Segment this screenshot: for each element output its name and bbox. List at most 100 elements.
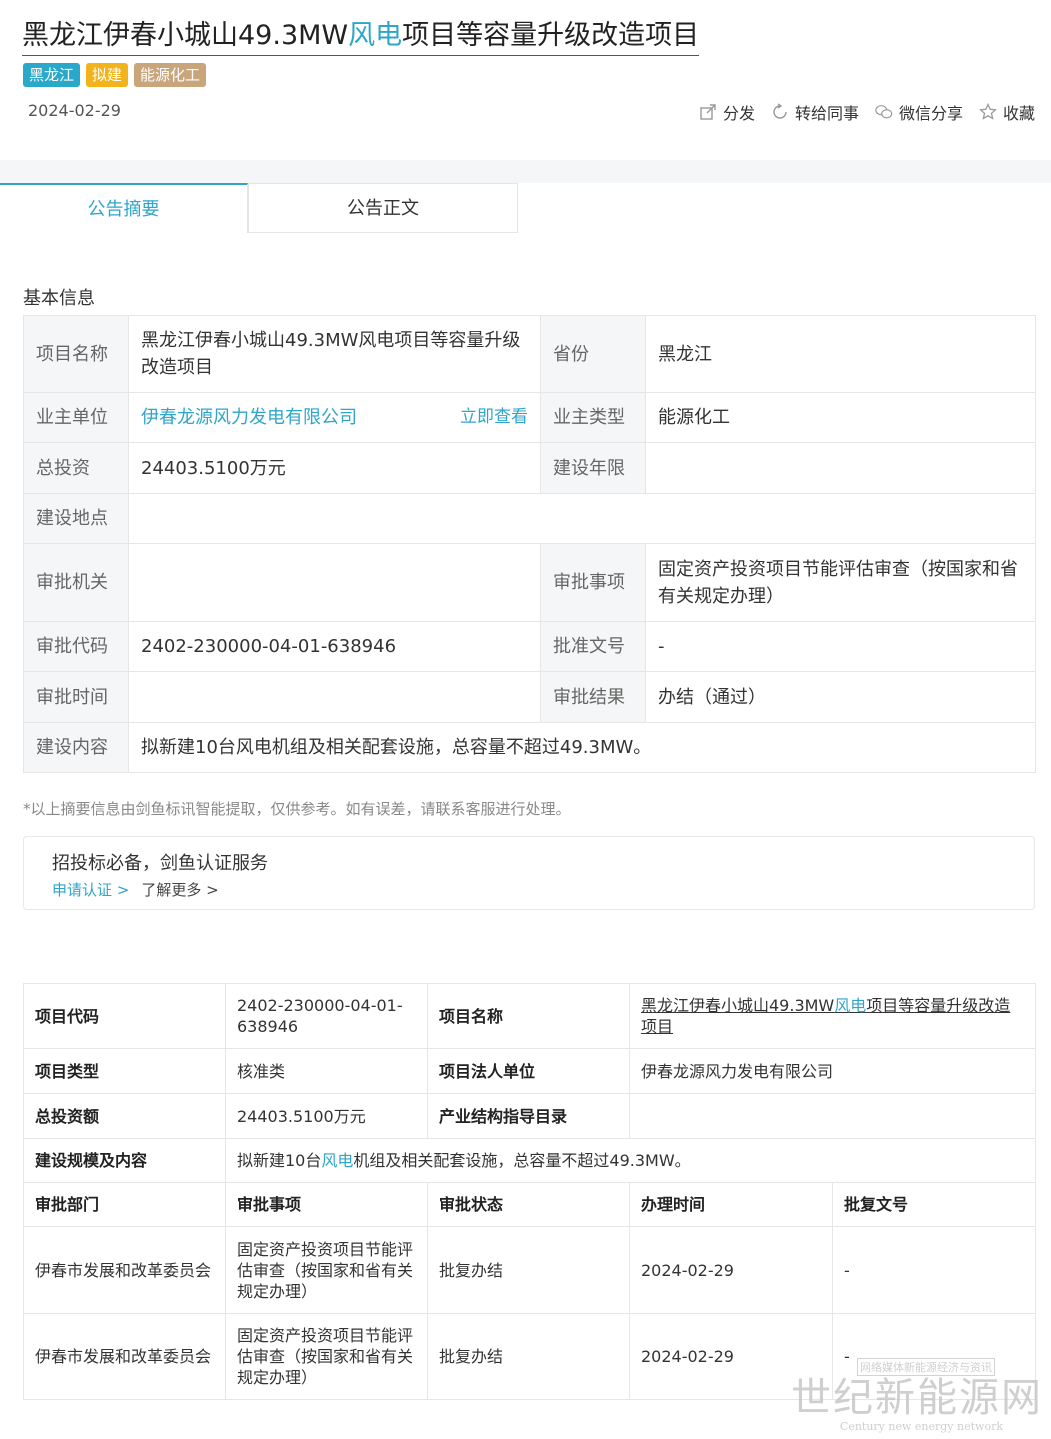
project-name-label: 项目名称 [23, 315, 129, 393]
owner-link[interactable]: 伊春龙源风力发电有限公司 [141, 404, 357, 431]
watermark-sub: Century new energy network [839, 1420, 1003, 1433]
content-value: 拟新建10台风电机组及相关配套设施，总容量不超过49.3MW。 [128, 722, 1036, 773]
cell-item: 固定资产投资项目节能评估审查（按国家和省有关规定办理） [225, 1313, 428, 1400]
table-header-row: 审批部门 审批事项 审批状态 办理时间 批复文号 [23, 1182, 1037, 1227]
header-time: 办理时间 [629, 1182, 833, 1227]
scale-highlight: 风电 [321, 1151, 354, 1170]
build-years-label: 建设年限 [540, 442, 646, 494]
approval-time-label: 审批时间 [23, 671, 129, 723]
forward-icon [773, 103, 787, 119]
watermark-main: 世纪新能源网 [791, 1375, 1043, 1421]
header-item: 审批事项 [225, 1182, 428, 1227]
cell-department: 伊春市发展和改革委员会 [23, 1313, 226, 1400]
tag-province[interactable]: 黑龙江 [23, 63, 81, 87]
content-label: 建设内容 [23, 722, 129, 773]
star-icon [979, 103, 997, 120]
wechat-share-button[interactable]: 微信分享 [875, 100, 963, 124]
title-text-2: 项目等容量升级改造项目 [402, 20, 700, 51]
project-name-value: 黑龙江伊春小城山49.3MW风电项目等容量升级改造项目 [128, 315, 541, 393]
cell-time: 2024-02-29 [629, 1226, 833, 1314]
table-row: 项目类型 核准类 项目法人单位 伊春龙源风力发电有限公司 [23, 1048, 1037, 1094]
investment-label: 总投资 [23, 442, 129, 494]
investment-value: 24403.5100万元 [128, 442, 541, 494]
disclaimer-note: *以上摘要信息由剑鱼标讯智能提取，仅供参考。如有误差，请联系客服进行处理。 [23, 800, 571, 818]
title-text-1: 黑龙江伊春小城山49.3MW [22, 20, 349, 51]
divider-band [0, 160, 1051, 183]
share-button[interactable]: 分发 [699, 100, 755, 124]
approval-code-value: 2402-230000-04-01-638946 [128, 621, 541, 672]
favorite-label: 收藏 [1002, 104, 1035, 123]
tab-summary[interactable]: 公告摘要 [0, 183, 248, 233]
owner-cell: 伊春龙源风力发电有限公司 立即查看 [128, 392, 541, 443]
name-label: 项目名称 [427, 983, 630, 1049]
tag-industry[interactable]: 能源化工 [134, 63, 207, 87]
province-value: 黑龙江 [645, 315, 1036, 393]
scale-text-2: 机组及相关配套设施，总容量不超过49.3MW。 [353, 1151, 691, 1170]
build-years-value [645, 442, 1036, 494]
tab-fulltext[interactable]: 公告正文 [248, 183, 518, 233]
title-highlight: 风电 [348, 20, 403, 51]
legal-value: 伊春龙源风力发电有限公司 [628, 1048, 1037, 1094]
title-wrap: 黑龙江伊春小城山49.3MW风电项目等容量升级改造项目 [22, 18, 700, 56]
result-label: 审批结果 [540, 671, 646, 723]
owner-type-label: 业主类型 [540, 392, 646, 443]
location-value [128, 493, 1036, 544]
cell-status: 批复办结 [427, 1313, 630, 1400]
header-department: 审批部门 [23, 1182, 226, 1227]
table-row: 审批机关 审批事项 固定资产投资项目节能评估审查（按国家和省有关规定办理） [23, 543, 1036, 622]
tab-bar: 公告摘要 公告正文 [0, 183, 518, 233]
catalog-value [628, 1093, 1037, 1139]
invest-label: 总投资额 [23, 1093, 226, 1139]
approval-code-label: 审批代码 [23, 621, 129, 672]
certification-promo: 招投标必备，剑鱼认证服务 申请认证 > 了解更多 > [23, 836, 1035, 910]
wechat-label: 微信分享 [898, 104, 963, 123]
table-row: 建设地点 [23, 493, 1036, 544]
table-row: 项目名称 黑龙江伊春小城山49.3MW风电项目等容量升级改造项目 省份 黑龙江 [23, 315, 1036, 393]
tag-list: 黑龙江 拟建 能源化工 [23, 63, 207, 87]
apply-certification-link[interactable]: 申请认证 > [52, 879, 129, 900]
authority-label: 审批机关 [23, 543, 129, 622]
share-icon [700, 104, 716, 120]
name-highlight: 风电 [834, 996, 867, 1015]
name-value[interactable]: 黑龙江伊春小城山49.3MW风电项目等容量升级改造项目 [628, 983, 1037, 1049]
catalog-label: 产业结构指导目录 [427, 1093, 630, 1139]
scale-value: 拟新建10台风电机组及相关配套设施，总容量不超过49.3MW。 [224, 1138, 1037, 1183]
project-detail-table: 项目代码 2402-230000-04-01-638946 项目名称 黑龙江伊春… [23, 983, 1037, 1400]
promo-title: 招投标必备，剑鱼认证服务 [52, 853, 268, 874]
result-value: 办结（通过） [645, 671, 1036, 723]
table-row: 项目代码 2402-230000-04-01-638946 项目名称 黑龙江伊春… [23, 983, 1037, 1049]
table-row: 审批时间 审批结果 办结（通过） [23, 671, 1036, 723]
page-title: 黑龙江伊春小城山49.3MW风电项目等容量升级改造项目 [22, 18, 700, 56]
owner-type-value: 能源化工 [645, 392, 1036, 443]
cell-department: 伊春市发展和改革委员会 [23, 1226, 226, 1314]
view-now-link[interactable]: 立即查看 [460, 404, 528, 431]
doc-no-label: 批准文号 [540, 621, 646, 672]
watermark-top: 网络媒体新能源经济与资讯 [857, 1358, 995, 1376]
table-row: 建设规模及内容 拟新建10台风电机组及相关配套设施，总容量不超过49.3MW。 [23, 1138, 1037, 1183]
table-row: 建设内容 拟新建10台风电机组及相关配套设施，总容量不超过49.3MW。 [23, 722, 1036, 773]
approval-item-value: 固定资产投资项目节能评估审查（按国家和省有关规定办理） [645, 543, 1036, 622]
cell-status: 批复办结 [427, 1226, 630, 1314]
action-bar: 分发 转给同事 微信分享 收藏 [699, 100, 1035, 124]
learn-more-link[interactable]: 了解更多 > [141, 879, 218, 900]
header-doc-no: 批复文号 [831, 1182, 1037, 1227]
location-label: 建设地点 [23, 493, 129, 544]
publish-date: 2024-02-29 [28, 101, 121, 120]
table-row: 总投资额 24403.5100万元 产业结构指导目录 [23, 1093, 1037, 1139]
invest-value: 24403.5100万元 [225, 1093, 428, 1139]
province-label: 省份 [540, 315, 646, 393]
tag-stage[interactable]: 拟建 [86, 63, 129, 87]
scale-text-1: 拟新建10台 [237, 1151, 322, 1170]
owner-label: 业主单位 [23, 392, 129, 443]
table-row: 审批代码 2402-230000-04-01-638946 批准文号 - [23, 621, 1036, 672]
forward-button[interactable]: 转给同事 [771, 100, 859, 124]
legal-label: 项目法人单位 [427, 1048, 630, 1094]
scale-label: 建设规模及内容 [23, 1138, 226, 1183]
name-text-1: 黑龙江伊春小城山49.3MW [641, 996, 835, 1015]
favorite-button[interactable]: 收藏 [979, 100, 1035, 124]
promo-links: 申请认证 > 了解更多 > [52, 879, 219, 900]
share-label: 分发 [722, 104, 755, 123]
cell-doc-no: - [831, 1226, 1037, 1314]
doc-no-value: - [645, 621, 1036, 672]
basic-info-table: 项目名称 黑龙江伊春小城山49.3MW风电项目等容量升级改造项目 省份 黑龙江 … [23, 315, 1036, 773]
